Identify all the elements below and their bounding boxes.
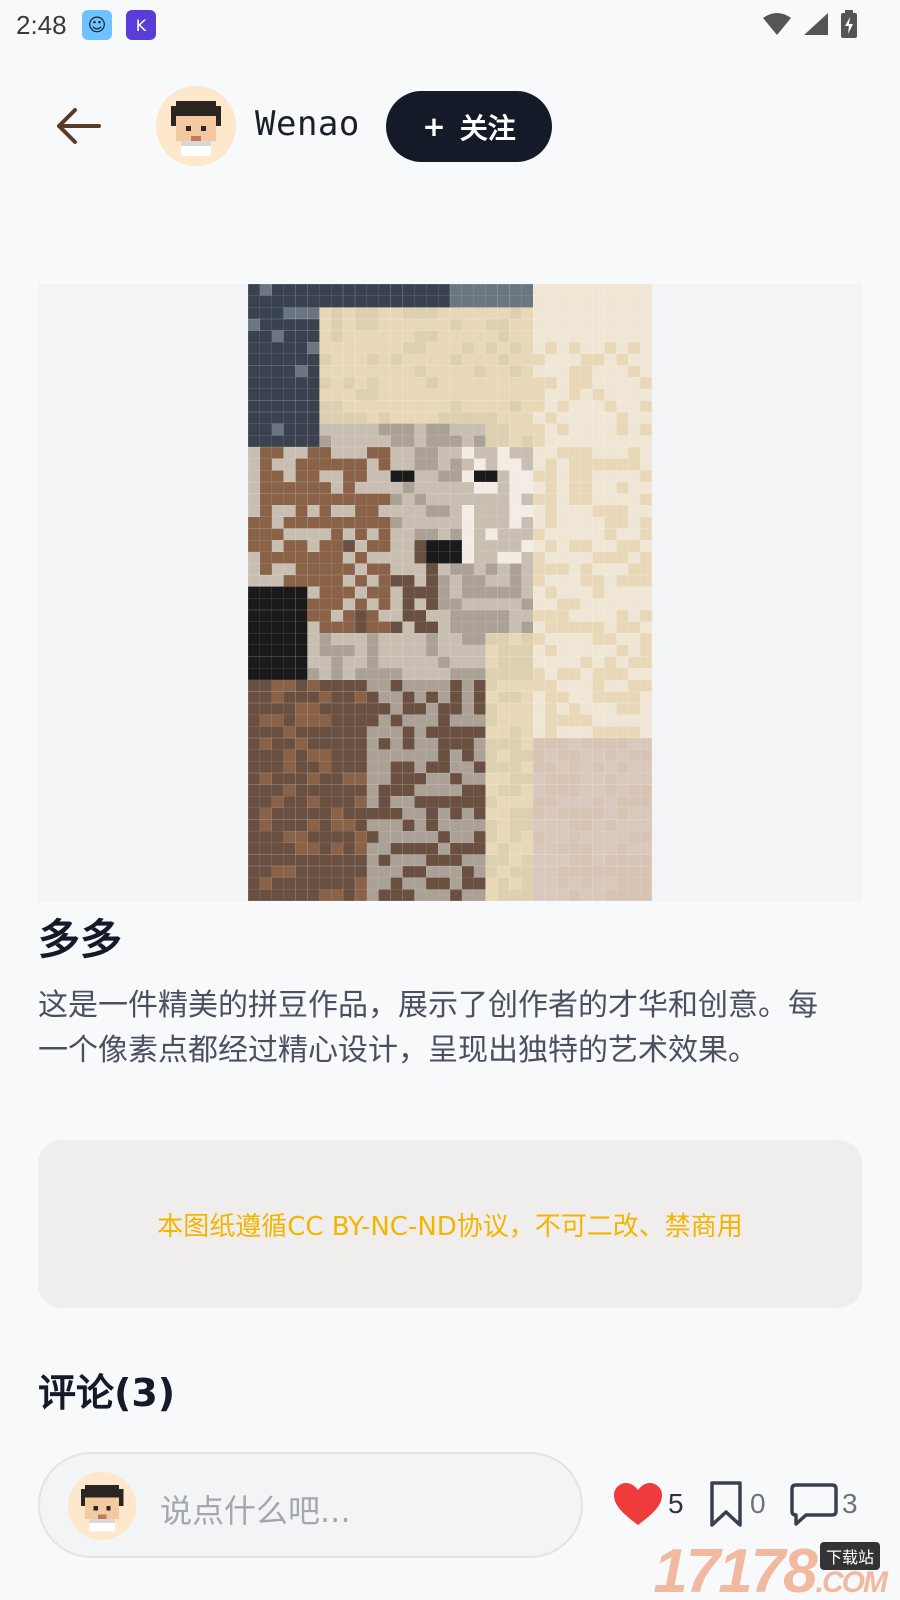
watermark-tag: 下载站 bbox=[819, 1542, 880, 1570]
status-bar: 2:48 ☺ K bbox=[0, 0, 900, 48]
signal-icon bbox=[804, 13, 828, 35]
pixel-portrait-image bbox=[248, 284, 652, 901]
comment-input[interactable]: 说点什么吧... bbox=[38, 1452, 583, 1558]
speech-bubble-icon bbox=[790, 1483, 838, 1526]
post-title: 多多 bbox=[38, 915, 123, 964]
follow-button[interactable]: + 关注 bbox=[386, 91, 552, 162]
author-avatar[interactable] bbox=[156, 86, 236, 166]
license-notice: 本图纸遵循CC BY-NC-ND协议，不可二改、禁商用 bbox=[38, 1140, 862, 1308]
pixel-boy-avatar-icon bbox=[68, 1472, 136, 1540]
plus-icon: + bbox=[422, 110, 446, 143]
arrow-left-icon bbox=[57, 108, 101, 144]
license-text: 本图纸遵循CC BY-NC-ND协议，不可二改、禁商用 bbox=[157, 1211, 743, 1242]
wifi-icon bbox=[763, 13, 791, 35]
follow-label: 关注 bbox=[459, 111, 516, 145]
bookmark-button[interactable]: 0 bbox=[706, 1476, 766, 1532]
heart-icon bbox=[614, 1483, 662, 1525]
app-face-icon: ☺ bbox=[82, 10, 112, 40]
status-icons bbox=[762, 10, 858, 38]
watermark-suffix: .COM bbox=[815, 1566, 888, 1599]
pixel-boy-avatar-icon bbox=[156, 86, 236, 166]
user-avatar bbox=[68, 1472, 136, 1540]
artwork-area[interactable] bbox=[38, 284, 862, 901]
author-username[interactable]: Wenao bbox=[255, 104, 360, 144]
like-count: 5 bbox=[668, 1488, 684, 1519]
bookmark-count: 0 bbox=[750, 1488, 766, 1519]
comment-button[interactable]: 3 bbox=[790, 1476, 858, 1532]
status-time: 2:48 bbox=[16, 10, 67, 40]
watermark-number: 17178 bbox=[653, 1537, 817, 1600]
comment-placeholder: 说点什么吧... bbox=[160, 1492, 351, 1530]
bookmark-icon bbox=[710, 1481, 742, 1527]
app-k-icon: K bbox=[126, 10, 156, 40]
comment-count: 3 bbox=[842, 1488, 858, 1519]
comments-header: 评论(3) bbox=[38, 1371, 176, 1415]
post-description: 这是一件精美的拼豆作品，展示了创作者的才华和创意。每一个像素点都经过精心设计，呈… bbox=[38, 988, 818, 1068]
like-button[interactable]: 5 bbox=[612, 1476, 684, 1532]
battery-charging-icon bbox=[841, 10, 857, 38]
back-button[interactable] bbox=[48, 96, 108, 156]
